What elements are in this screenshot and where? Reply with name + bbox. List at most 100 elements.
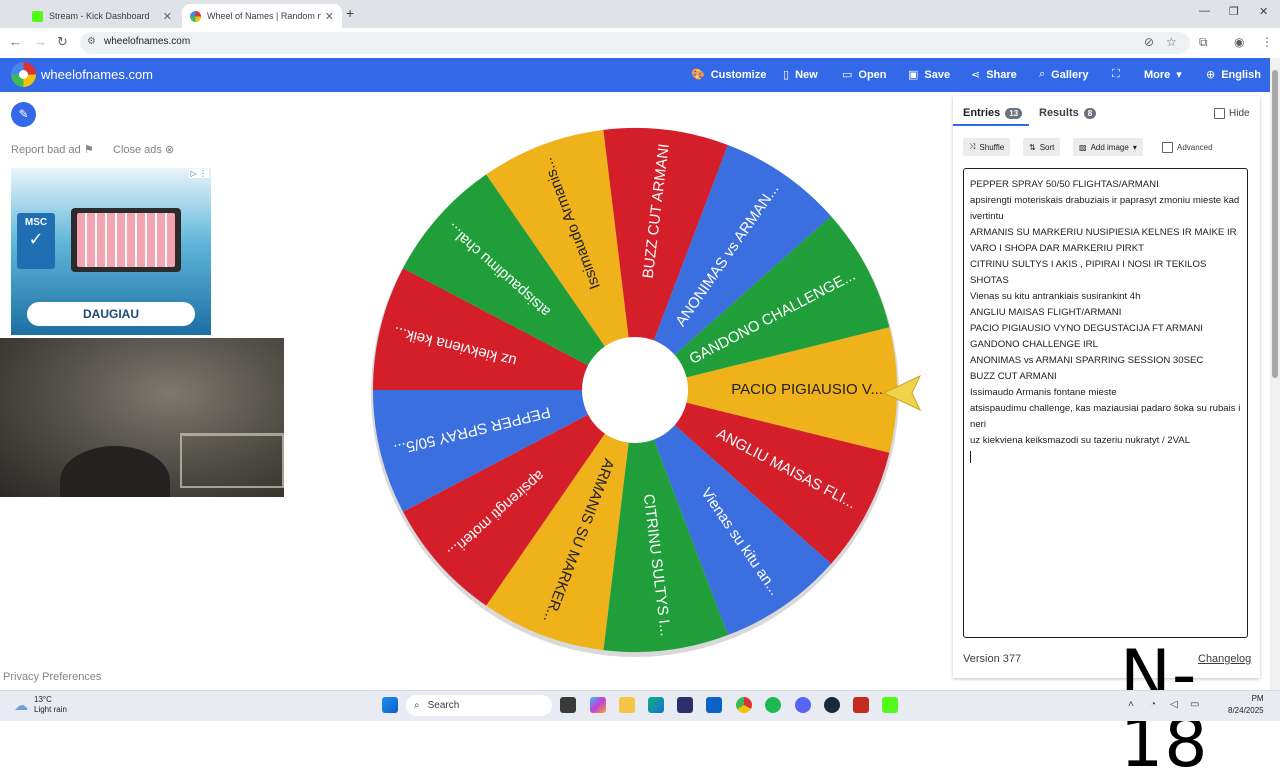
save-button[interactable]: ▣ Save bbox=[908, 68, 950, 82]
browser-menu-icon[interactable]: ⋮ bbox=[1261, 35, 1273, 49]
chrome-icon[interactable] bbox=[736, 697, 752, 713]
palette-icon: 🎨 bbox=[691, 69, 705, 81]
wheel-center-hub[interactable] bbox=[582, 337, 688, 443]
file-icon: ▯ bbox=[783, 69, 790, 81]
new-tab-icon[interactable]: + bbox=[346, 5, 354, 21]
entry-line: Vienas su kitu antrankiais susirankint 4… bbox=[970, 291, 1141, 302]
product-pack bbox=[77, 213, 175, 267]
omnibox[interactable]: ⚙ wheelofnames.com ⊘ ☆ bbox=[80, 32, 1190, 54]
store-icon[interactable] bbox=[677, 697, 693, 713]
window-close-icon[interactable]: ✕ bbox=[1259, 5, 1268, 18]
shuffle-icon: ⤨ bbox=[969, 142, 976, 151]
camera-off-icon[interactable]: ⊘ bbox=[1144, 35, 1154, 49]
sort-icon: ⇅ bbox=[1029, 142, 1036, 152]
customize-button[interactable]: 🎨 Customize bbox=[691, 68, 766, 82]
fish-tick-icon: ✓ bbox=[28, 229, 44, 249]
start-icon[interactable] bbox=[382, 697, 398, 713]
spin-wheel[interactable]: PACIO PIGIAUSIO V...ANGLIU MAISAS FLI...… bbox=[360, 115, 910, 665]
discord-icon[interactable] bbox=[795, 697, 811, 713]
privacy-preferences-link[interactable]: Privacy Preferences bbox=[3, 671, 101, 683]
report-ad-label: Report bad ad bbox=[11, 144, 81, 156]
extensions-icon[interactable]: ⧉ bbox=[1199, 35, 1208, 50]
shuffle-button[interactable]: ⤨ Shuffle bbox=[963, 138, 1011, 156]
weather-widget[interactable]: ☁ 13°C Light rain bbox=[14, 695, 67, 715]
entries-textarea[interactable]: PEPPER SPRAY 50/50 FLIGHTAS/ARMANI apsir… bbox=[963, 168, 1248, 638]
entries-panel: Entries 13 Results 8 Hide ⤨ Shuffle ⇅ Sort… bbox=[953, 96, 1260, 678]
forward-icon[interactable]: → bbox=[34, 34, 47, 49]
language-button[interactable]: ⊕ English bbox=[1206, 68, 1261, 82]
add-image-button[interactable]: ▨ Add image ▾ bbox=[1073, 138, 1143, 156]
report-bad-ad-link[interactable]: Report bad ad ⚑ bbox=[11, 143, 94, 156]
kick-app-icon[interactable] bbox=[882, 697, 898, 713]
network-icon[interactable]: ◔ bbox=[1150, 699, 1156, 710]
close-tab-icon[interactable]: ✕ bbox=[325, 10, 334, 23]
steam-icon[interactable] bbox=[824, 697, 840, 713]
menu-label: English bbox=[1221, 68, 1261, 81]
speaker-icon[interactable]: ◁ bbox=[1170, 699, 1178, 710]
more-button[interactable]: More ▾ bbox=[1144, 68, 1182, 82]
close-ads-link[interactable]: Close ads ⊗ bbox=[113, 143, 174, 156]
hide-label: Hide bbox=[1229, 108, 1250, 119]
outlook-icon[interactable] bbox=[706, 697, 722, 713]
entry-line: BUZZ CUT ARMANI bbox=[970, 371, 1057, 382]
globe-icon: ⊕ bbox=[1206, 69, 1216, 81]
bookmark-star-icon[interactable]: ☆ bbox=[1166, 35, 1177, 49]
browser-tab-kick[interactable]: Stream - Kick Dashboard ✕ bbox=[24, 4, 180, 28]
back-icon[interactable]: ← bbox=[9, 34, 22, 49]
entry-line: ANGLIU MAISAS FLIGHT/ARMANI bbox=[970, 307, 1122, 318]
chevron-down-icon: ▾ bbox=[1176, 69, 1182, 81]
edge-icon[interactable] bbox=[648, 697, 664, 713]
checkbox-icon bbox=[1214, 108, 1225, 119]
entry-line: PEPPER SPRAY 50/50 FLIGHTAS/ARMANI bbox=[970, 179, 1159, 190]
taskbar-search[interactable]: ⌕ Search bbox=[406, 695, 552, 716]
entry-line: Issimaudo Armanis fontane mieste bbox=[970, 387, 1117, 398]
share-button[interactable]: ⋖ Share bbox=[971, 68, 1017, 82]
gallery-button[interactable]: ⌕ Gallery bbox=[1039, 68, 1088, 81]
site-info-icon[interactable]: ⚙ bbox=[87, 36, 96, 47]
close-circle-icon: ⊗ bbox=[164, 144, 175, 156]
battery-icon[interactable]: ▭ bbox=[1190, 699, 1199, 710]
spotify-icon[interactable] bbox=[765, 697, 781, 713]
search-icon: ⌕ bbox=[414, 700, 420, 711]
security-app-icon[interactable] bbox=[853, 697, 869, 713]
fullscreen-button[interactable]: ⛶ bbox=[1112, 68, 1120, 81]
task-view-icon[interactable] bbox=[560, 697, 576, 713]
sort-button[interactable]: ⇅ Sort bbox=[1023, 138, 1061, 156]
entries-count-badge: 13 bbox=[1005, 107, 1023, 119]
tab-entries[interactable]: Entries 13 bbox=[963, 107, 1023, 119]
open-button[interactable]: ▭ Open bbox=[842, 68, 887, 82]
restore-icon[interactable]: ❐ bbox=[1229, 5, 1239, 18]
hide-checkbox[interactable]: Hide bbox=[1214, 108, 1250, 119]
edit-pencil-button[interactable]: ✎ bbox=[11, 102, 36, 127]
browser-tab-wheel[interactable]: Wheel of Names | Random nam ✕ bbox=[182, 4, 342, 28]
advanced-checkbox[interactable]: Advanced bbox=[1162, 142, 1213, 153]
wheel-logo-icon[interactable] bbox=[11, 62, 36, 87]
weather-condition: Light rain bbox=[34, 705, 67, 714]
close-tab-icon[interactable]: ✕ bbox=[163, 10, 172, 23]
search-icon: ⌕ bbox=[1039, 68, 1046, 80]
new-button[interactable]: ▯ New bbox=[783, 68, 818, 82]
advertisement[interactable]: ▷ ⋮ MSC ✓ DAUGIAU bbox=[11, 168, 211, 335]
entry-line: CITRINU SULTYS I AKIS , PIPIRAI I NOSI I… bbox=[970, 259, 1207, 286]
tab-results[interactable]: Results 8 bbox=[1039, 107, 1097, 119]
file-explorer-icon[interactable] bbox=[619, 697, 635, 713]
ad-cta-button[interactable]: DAUGIAU bbox=[27, 302, 195, 326]
minimize-icon[interactable]: — bbox=[1199, 5, 1210, 17]
page-scrollbar[interactable] bbox=[1270, 58, 1280, 690]
menu-label: New bbox=[795, 68, 818, 81]
results-count-badge: 8 bbox=[1083, 107, 1097, 119]
cloud-rain-icon: ☁ bbox=[14, 696, 28, 713]
wheel-segment-label: PACIO PIGIAUSIO V... bbox=[731, 381, 883, 398]
scrollbar-thumb[interactable] bbox=[1272, 70, 1278, 378]
tray-chevron-up-icon[interactable]: ˄ bbox=[1128, 699, 1134, 710]
site-name[interactable]: wheelofnames.com bbox=[41, 67, 153, 82]
taskbar-clock[interactable]: PM 8/24/2025 bbox=[1228, 693, 1264, 717]
tab-title: Wheel of Names | Random nam bbox=[207, 11, 321, 21]
profile-icon[interactable]: ◉ bbox=[1234, 35, 1244, 49]
copilot-icon[interactable] bbox=[590, 697, 606, 713]
share-icon: ⋖ bbox=[971, 69, 981, 81]
ad-choices-icon[interactable]: ▷ ⋮ bbox=[188, 169, 209, 178]
kick-favicon-icon bbox=[32, 10, 43, 22]
entry-line: atsispaudimu challenge, kas maziausiai p… bbox=[970, 403, 1241, 430]
reload-icon[interactable]: ↻ bbox=[57, 34, 68, 50]
